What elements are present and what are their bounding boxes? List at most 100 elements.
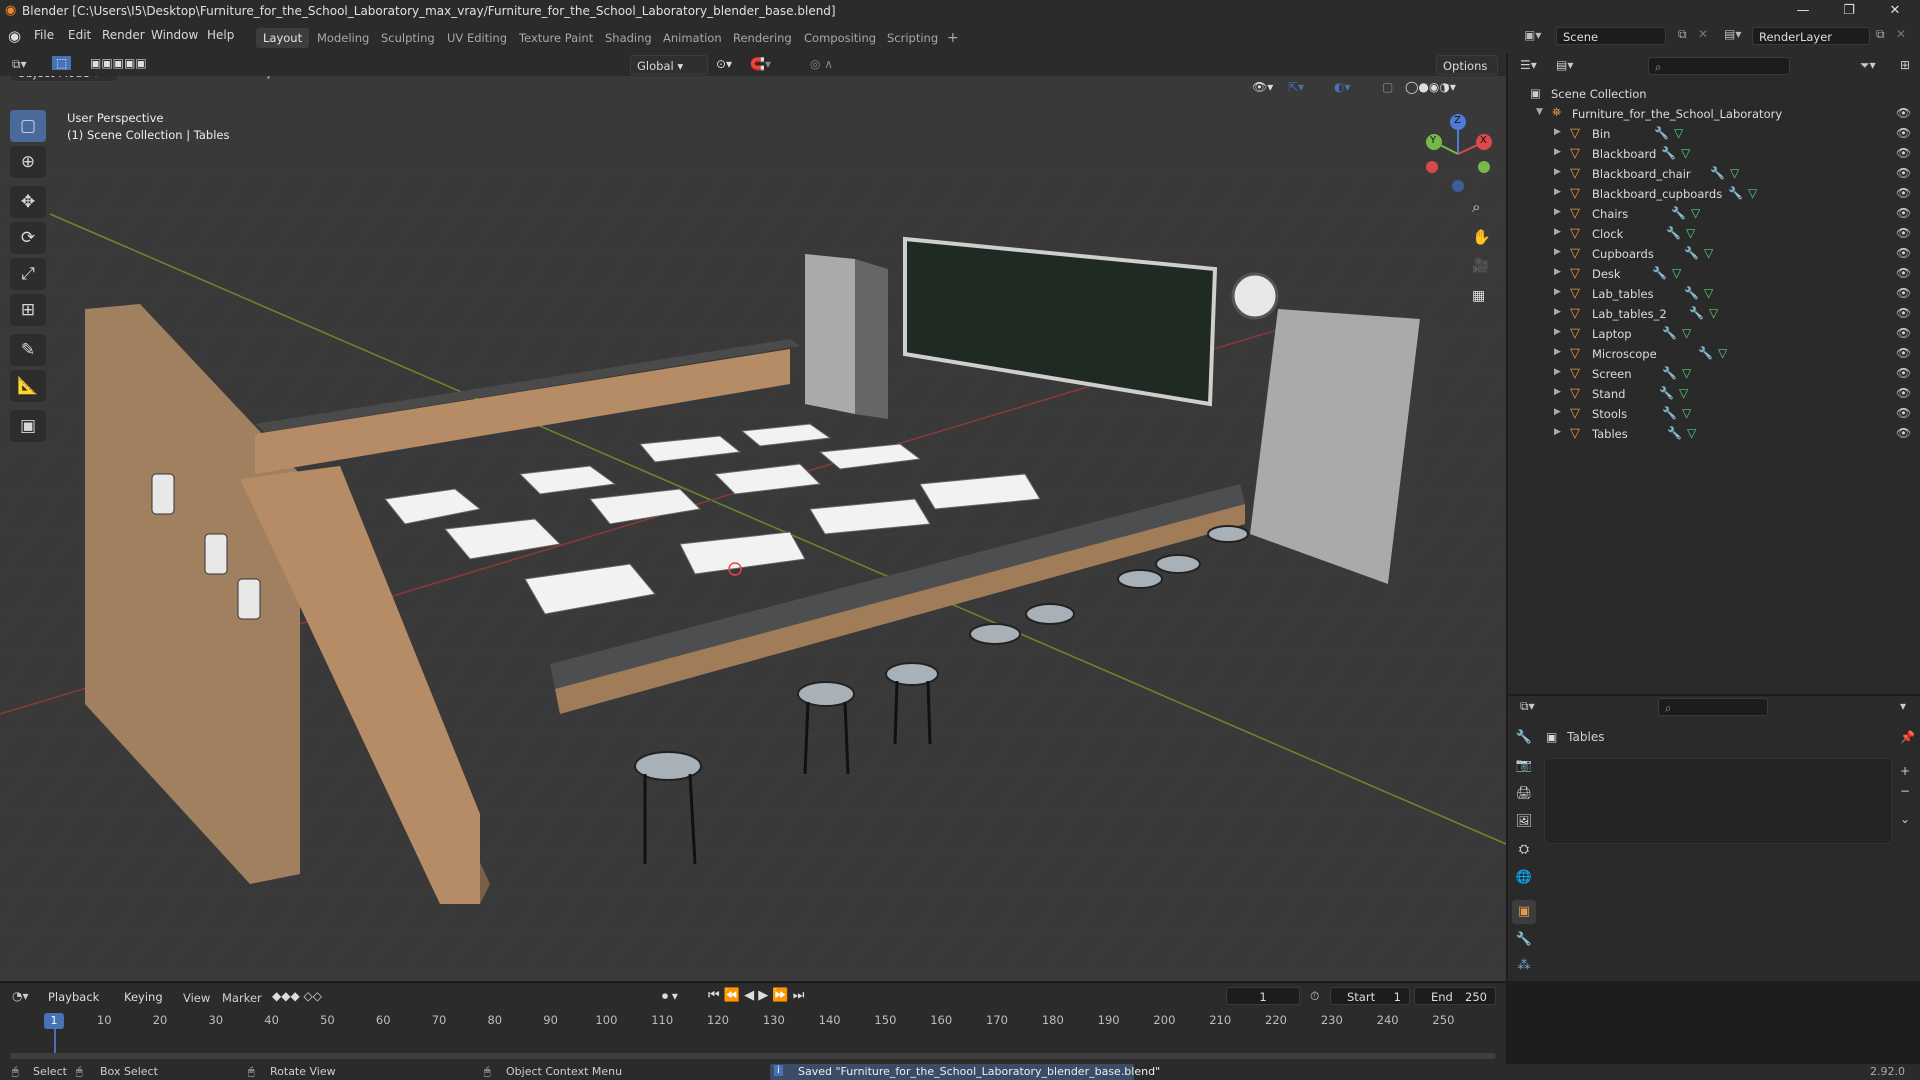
camera-view-icon[interactable]: 🎥	[1472, 258, 1489, 274]
eye-icon[interactable]: 👁	[1896, 246, 1911, 260]
xray-icon[interactable]: ▢	[1382, 80, 1393, 94]
modifier-wrench-icon[interactable]: 🔧	[1659, 386, 1674, 400]
scene-selector-icon[interactable]: ▣▾	[1524, 28, 1541, 42]
keying-menu[interactable]: Keying ▾	[118, 987, 176, 1024]
outliner-item-laptop[interactable]: ▶ ▽ Laptop 🔧 ▽ 👁	[1508, 324, 1920, 344]
outliner-item-lab-tables[interactable]: ▶ ▽ Lab_tables 🔧 ▽ 👁	[1508, 284, 1920, 304]
delete-layer-icon[interactable]: ✕	[1896, 27, 1906, 41]
properties-options-icon[interactable]: ▾	[1900, 699, 1906, 713]
move-icon[interactable]: ✥	[10, 186, 46, 218]
keyframe-icons[interactable]: ◆◆◆ ◇◇	[272, 989, 322, 1003]
eye-icon[interactable]: 👁	[1896, 106, 1911, 120]
modifier-wrench-icon[interactable]: 🔧	[1662, 406, 1677, 420]
expand-icon[interactable]: ▶	[1554, 327, 1561, 337]
expand-icon[interactable]: ▶	[1554, 187, 1561, 197]
expand-icon[interactable]: ▶	[1554, 267, 1561, 277]
mesh-data-icon[interactable]: ▽	[1672, 266, 1681, 280]
outliner-item-cupboards[interactable]: ▶ ▽ Cupboards 🔧 ▽ 👁	[1508, 244, 1920, 264]
snap-icon[interactable]: 🧲▾	[750, 57, 771, 71]
material-slot-list[interactable]	[1544, 758, 1892, 844]
expand-icon[interactable]: ▶	[1554, 207, 1561, 217]
orientation-dropdown[interactable]: Global ▾	[630, 55, 708, 75]
outliner-item-tables[interactable]: ▶ ▽ Tables 🔧 ▽ 👁	[1508, 424, 1920, 444]
transform-icon[interactable]: ⊞	[10, 294, 46, 326]
modifier-wrench-icon[interactable]: 🔧	[1698, 346, 1713, 360]
pan-hand-icon[interactable]: ✋	[1472, 228, 1491, 246]
playhead[interactable]: 1	[44, 1013, 64, 1029]
blender-menu-icon[interactable]: ◉	[8, 27, 21, 45]
eye-icon[interactable]: 👁	[1896, 306, 1911, 320]
expand-icon[interactable]: ▶	[1554, 427, 1561, 437]
outliner-item-stand[interactable]: ▶ ▽ Stand 🔧 ▽ 👁	[1508, 384, 1920, 404]
modifier-wrench-icon[interactable]: 🔧	[1710, 166, 1725, 180]
modifier-wrench-icon[interactable]: 🔧	[1728, 186, 1743, 200]
expand-icon[interactable]: ▶	[1554, 367, 1561, 377]
filter-icon[interactable]: ⏷▾	[1860, 58, 1876, 73]
add-cube-icon[interactable]: ▣	[10, 410, 46, 442]
current-frame-field[interactable]: 1	[1226, 987, 1300, 1005]
tab-uv-editing[interactable]: UV Editing	[440, 28, 514, 48]
modifier-tab-icon[interactable]: 🔧	[1512, 928, 1536, 952]
modifier-wrench-icon[interactable]: 🔧	[1684, 246, 1699, 260]
timeline-menu-marker[interactable]: Marker	[222, 991, 262, 1005]
output-tab-icon[interactable]: 🖨	[1512, 782, 1536, 806]
modifier-wrench-icon[interactable]: 🔧	[1689, 306, 1704, 320]
mesh-data-icon[interactable]: ▽	[1682, 326, 1691, 340]
select-box-icon[interactable]: ▢	[10, 110, 46, 142]
eye-icon[interactable]: 👁	[1896, 226, 1911, 240]
new-layer-icon[interactable]: ⧉	[1876, 27, 1885, 42]
mesh-data-icon[interactable]: ▽	[1709, 306, 1718, 320]
maximize-button[interactable]: ❐	[1826, 0, 1872, 22]
view-layer-icon[interactable]: ▤▾	[1724, 27, 1741, 41]
timeline-editor-icon[interactable]: ◔▾	[12, 989, 29, 1003]
menu-help[interactable]: Help	[207, 28, 234, 42]
start-frame-field[interactable]: Start 1	[1330, 987, 1410, 1005]
eye-icon[interactable]: 👁	[1896, 126, 1911, 140]
tab-sculpting[interactable]: Sculpting	[374, 28, 442, 48]
outliner-scene-collection[interactable]: ▣ Scene Collection	[1508, 84, 1920, 104]
outliner-item-screen[interactable]: ▶ ▽ Screen 🔧 ▽ 👁	[1508, 364, 1920, 384]
expand-icon[interactable]: ▶	[1554, 247, 1561, 257]
new-scene-icon[interactable]: ⧉	[1678, 27, 1687, 42]
viewport-3d[interactable]: Object Mode ▾ View Select Add Object Use…	[0, 54, 1506, 981]
modifier-wrench-icon[interactable]: 🔧	[1667, 426, 1682, 440]
outliner-item-blackboard-chair[interactable]: ▶ ▽ Blackboard_chair 🔧 ▽ 👁	[1508, 164, 1920, 184]
tab-layout[interactable]: Layout	[256, 28, 310, 48]
minimize-button[interactable]: —	[1780, 0, 1826, 22]
world-tab-icon[interactable]: 🌐	[1512, 866, 1536, 890]
eye-icon[interactable]: 👁	[1896, 206, 1911, 220]
playback-controls[interactable]: ⏮ ⏪ ◀ ▶ ⏩ ⏭	[708, 988, 804, 1003]
pivot-icon[interactable]: ⊙▾	[716, 57, 732, 71]
tab-animation[interactable]: Animation	[656, 28, 729, 48]
end-frame-field[interactable]: End 250	[1414, 987, 1496, 1005]
navigation-gizmo[interactable]: Z X Y	[1418, 114, 1498, 194]
eye-icon[interactable]: 👁	[1896, 346, 1911, 360]
preview-range-icon[interactable]: ⏱	[1310, 989, 1319, 1004]
properties-search-input[interactable]: ⌕	[1658, 698, 1768, 716]
expand-icon[interactable]: ▶	[1554, 407, 1561, 417]
view-layer-tab-icon[interactable]: 🖼	[1512, 810, 1536, 834]
pin-icon[interactable]: 📌	[1900, 730, 1915, 744]
mesh-data-icon[interactable]: ▽	[1682, 366, 1691, 380]
tab-shading[interactable]: Shading	[598, 28, 659, 48]
modifier-wrench-icon[interactable]: 🔧	[1652, 266, 1667, 280]
mesh-data-icon[interactable]: ▽	[1691, 206, 1700, 220]
eye-icon[interactable]: 👁	[1896, 186, 1911, 200]
tab-texture-paint[interactable]: Texture Paint	[512, 28, 600, 48]
mesh-data-icon[interactable]: ▽	[1704, 286, 1713, 300]
particles-tab-icon[interactable]: ⁂	[1512, 954, 1536, 978]
mesh-data-icon[interactable]: ▽	[1674, 126, 1683, 140]
outliner-item-bin[interactable]: ▶ ▽ Bin 🔧 ▽ 👁	[1508, 124, 1920, 144]
tab-modeling[interactable]: Modeling	[310, 28, 376, 48]
gizmo-toggle-icon[interactable]: ⇱▾	[1288, 80, 1304, 94]
modifier-wrench-icon[interactable]: 🔧	[1671, 206, 1686, 220]
menu-window[interactable]: Window	[151, 28, 198, 42]
eye-icon[interactable]: 👁	[1896, 366, 1911, 380]
mesh-data-icon[interactable]: ▽	[1704, 246, 1713, 260]
collapse-icon[interactable]: ▼	[1536, 107, 1543, 117]
outliner-item-stools[interactable]: ▶ ▽ Stools 🔧 ▽ 👁	[1508, 404, 1920, 424]
expand-icon[interactable]: ▶	[1554, 347, 1561, 357]
select-mode-icons[interactable]: ▣▣▣▣▣	[90, 56, 147, 70]
display-mode-icon[interactable]: ▤▾	[1556, 58, 1573, 72]
outliner-item-clock[interactable]: ▶ ▽ Clock 🔧 ▽ 👁	[1508, 224, 1920, 244]
